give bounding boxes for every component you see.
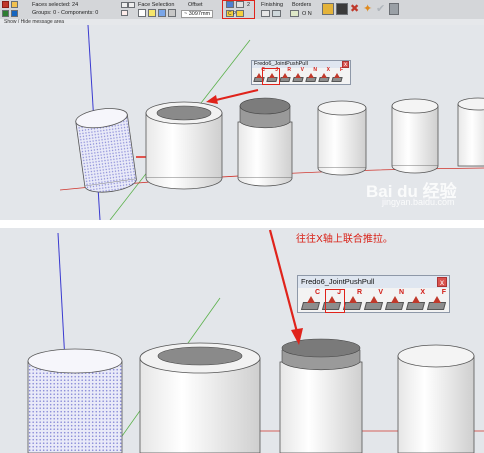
offset-field[interactable]: ~ 3097mm [181, 10, 214, 18]
bottom-screenshot: 往往X轴上联合推拉。 Fredo6_JointPushPull x CJRVNX… [0, 228, 484, 453]
pushpull-base-icon [300, 302, 321, 310]
arrow-down [268, 229, 299, 333]
redo-icon[interactable] [128, 2, 135, 8]
tool-letter: R [287, 67, 291, 73]
cylinder-stepped-bottom[interactable] [279, 338, 363, 453]
cancel-icon[interactable] [11, 10, 18, 17]
face-selection-label: Face Selection [138, 2, 175, 8]
clear-icon[interactable] [121, 10, 128, 16]
tool-n-button-bottom[interactable]: N [384, 289, 405, 311]
palette-title-bottom: Fredo6_JointPushPull [298, 276, 449, 288]
tool-letter: C [314, 289, 320, 296]
tool-letter: N [313, 67, 317, 73]
viewport-3d-bottom[interactable] [0, 228, 484, 453]
checkmark-icon[interactable]: ✔ [376, 3, 385, 15]
pushpull-base-icon [405, 302, 426, 310]
pushpull-arrow-icon[interactable]: ✦ [363, 3, 372, 15]
cylinder-ring[interactable] [145, 101, 223, 190]
border-mode-icon[interactable] [290, 10, 299, 17]
arrow-large [215, 89, 259, 101]
arrow-large-head [206, 95, 218, 104]
finish-keep-icon[interactable] [272, 10, 281, 17]
pushpull-arrow-icon [295, 73, 301, 78]
top-screenshot: Faces selected: 24 Groups: 0 - Component… [0, 0, 484, 220]
pushpull-base-icon [342, 302, 363, 310]
tool-c-button-bottom[interactable]: C [300, 289, 321, 311]
annotation-text: 往往X轴上联合推拉。 [296, 234, 393, 245]
tool-selection-highlight [262, 68, 280, 85]
cylinder-ring-bottom[interactable] [139, 342, 261, 453]
pushpull-arrow-icon [432, 296, 441, 303]
finish-erase-icon[interactable] [261, 10, 270, 17]
face-mode-icon[interactable] [138, 9, 146, 17]
tool-n-button[interactable]: N [305, 68, 317, 83]
pushpull-arrow-icon [348, 296, 357, 303]
separator [0, 220, 484, 228]
pushpull-icon[interactable] [2, 1, 9, 8]
toolbar-highlight-box [222, 0, 255, 19]
finishing-label: Finishing [261, 2, 284, 8]
pushpull-arrow-icon [411, 296, 420, 303]
tool-letter: N [398, 289, 404, 296]
close-cross-icon[interactable]: ✖ [350, 3, 359, 15]
connected-icon[interactable] [168, 9, 176, 17]
check-icon[interactable] [2, 10, 9, 17]
cylinder-selected[interactable] [75, 106, 138, 195]
fredo-toolbar: Faces selected: 24 Groups: 0 - Component… [0, 0, 484, 20]
tool-f-button[interactable]: F [331, 68, 343, 83]
watermark-url: jingyan.baidu.com [382, 197, 455, 207]
all-faces-icon[interactable] [158, 9, 166, 17]
message-area-toggle[interactable]: Show / Hide message area [0, 19, 484, 25]
tool-letter: V [300, 67, 304, 73]
faces-selected-text: Faces selected: 24 [32, 2, 79, 8]
cylinder-selected-bottom[interactable] [27, 348, 123, 453]
pushpull-base-icon [426, 302, 447, 310]
tool-letter: F [441, 289, 446, 296]
cylinder-plain-bottom[interactable] [397, 344, 475, 453]
pushpull-arrow-icon [282, 73, 288, 78]
settings-icon[interactable] [336, 3, 348, 15]
tool-letter: X [326, 67, 330, 73]
pushpull-arrow-icon [369, 296, 378, 303]
borders-label: Borders [292, 2, 312, 8]
pushpull-arrow-icon [308, 73, 314, 78]
undo-icon[interactable] [121, 2, 128, 8]
surface-mode-icon[interactable] [148, 9, 156, 17]
tool-selection-highlight-bottom [325, 289, 345, 313]
tool-x-button[interactable]: X [318, 68, 330, 83]
pushpull-arrow-icon [321, 73, 327, 78]
cylinder-stepped[interactable] [237, 97, 293, 187]
on-labels: O N [302, 11, 312, 17]
palette-close-button[interactable]: x [342, 61, 349, 68]
offset-label: Offset [188, 2, 203, 8]
palette-icon[interactable] [322, 3, 334, 15]
tool-letter: X [420, 289, 425, 296]
pushpull-arrow-icon [390, 296, 399, 303]
palette-close-button-bottom[interactable]: x [437, 277, 447, 287]
tool-r-button-bottom[interactable]: R [342, 289, 363, 311]
tool-v-button-bottom[interactable]: V [363, 289, 384, 311]
warning-icon[interactable] [11, 1, 18, 8]
tool-f-button-bottom[interactable]: F [426, 289, 447, 311]
tool-letter: F [339, 67, 343, 73]
tool-x-button-bottom[interactable]: X [405, 289, 426, 311]
groups-components-text: Groups: 0 - Components: 0 [32, 10, 99, 16]
pushpull-base-icon [363, 302, 384, 310]
exit-icon[interactable] [389, 3, 399, 15]
tool-letter: V [378, 289, 383, 296]
cylinder-plain-2[interactable] [391, 98, 439, 174]
tool-v-button[interactable]: V [292, 68, 304, 83]
tool-letter: R [356, 289, 362, 296]
pushpull-base-icon [384, 302, 405, 310]
cylinder-plain-3[interactable] [457, 97, 484, 167]
pushpull-arrow-icon [334, 73, 340, 78]
pushpull-arrow-icon [306, 296, 315, 303]
cylinder-plain-1[interactable] [317, 100, 367, 176]
tool-r-button[interactable]: R [279, 68, 291, 83]
